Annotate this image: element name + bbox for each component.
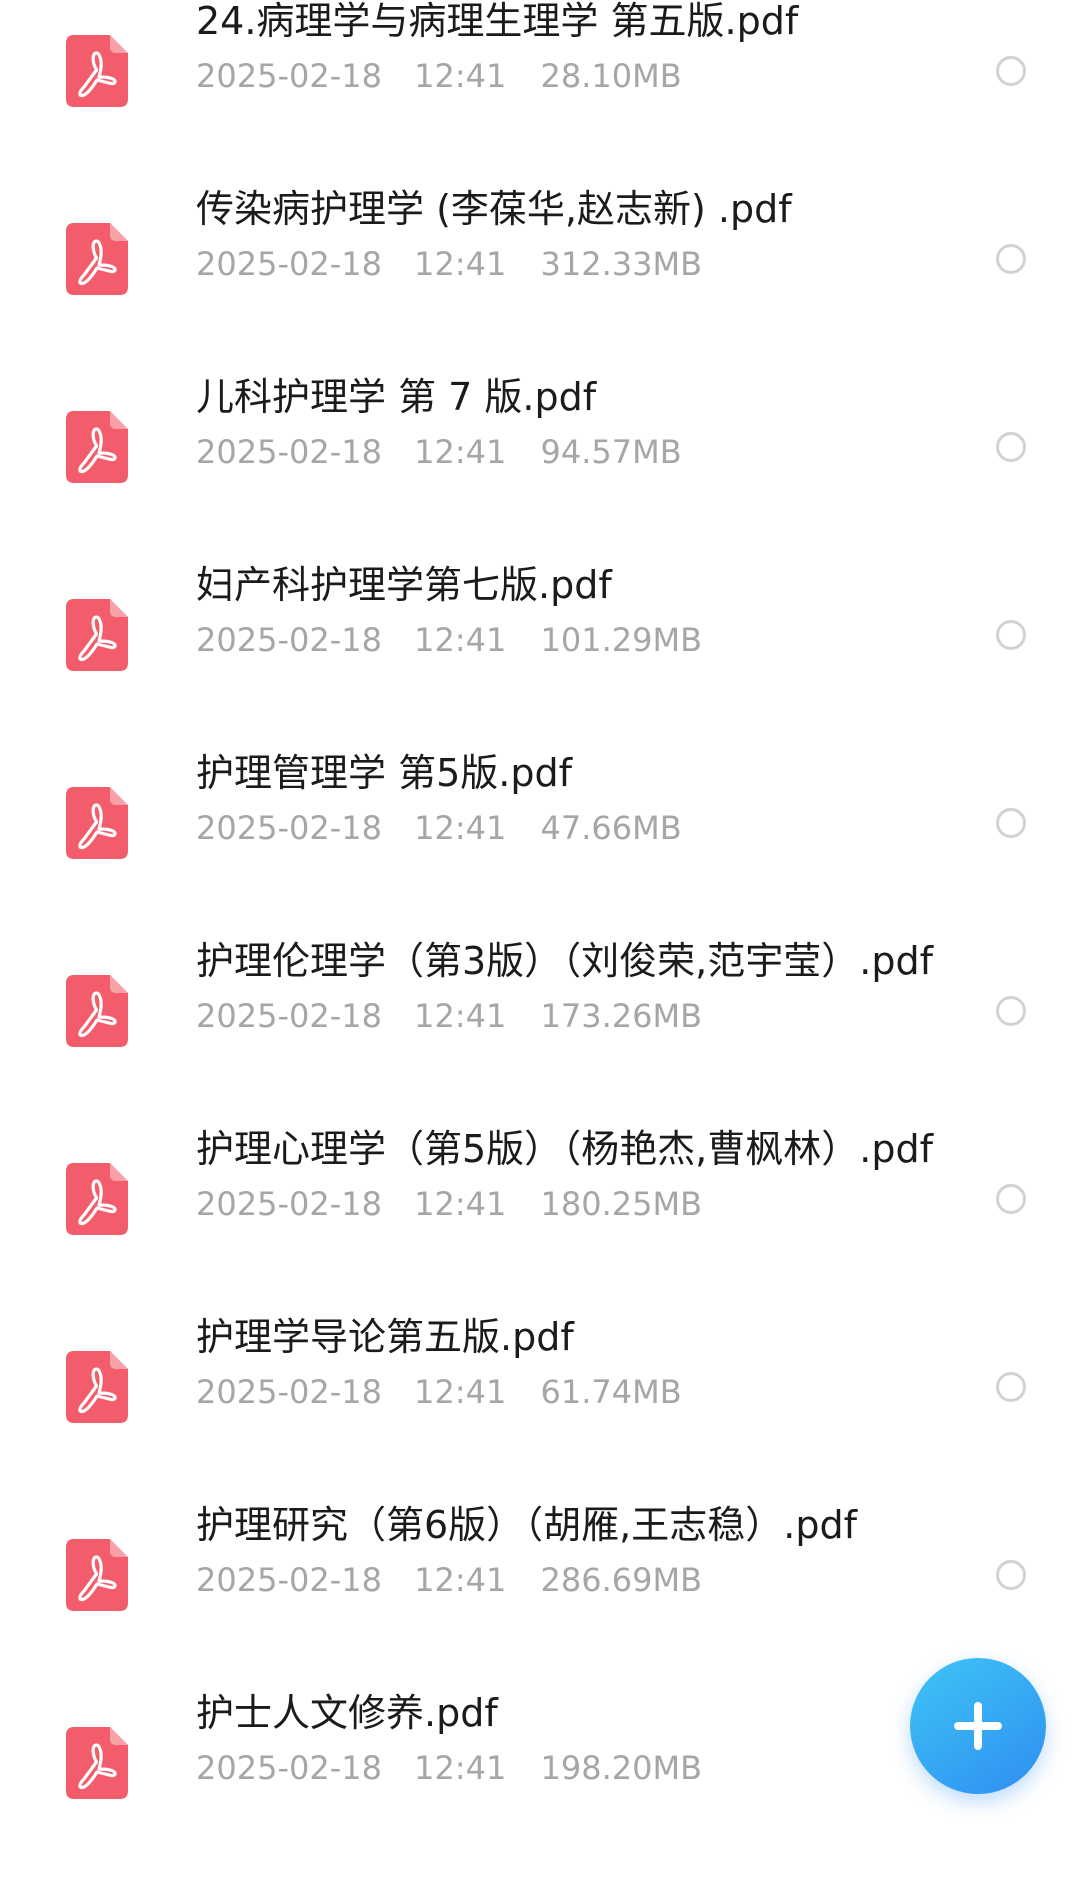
select-radio-button[interactable] (996, 56, 1026, 86)
file-size: 28.10MB (540, 57, 682, 95)
file-time: 12:41 (414, 57, 507, 95)
file-name: 护士人文修养.pdf (196, 1691, 498, 1735)
file-time: 12:41 (414, 1749, 507, 1787)
pdf-file-icon (66, 1727, 128, 1799)
pdf-file-icon (66, 35, 128, 107)
file-size: 286.69MB (540, 1561, 703, 1599)
file-size: 198.20MB (540, 1749, 703, 1787)
file-time: 12:41 (414, 433, 507, 471)
file-date: 2025-02-18 (196, 245, 382, 283)
pdf-file-icon (66, 975, 128, 1047)
select-radio-button[interactable] (996, 244, 1026, 274)
file-date: 2025-02-18 (196, 621, 382, 659)
file-date: 2025-02-18 (196, 57, 382, 95)
select-radio-button[interactable] (996, 432, 1026, 462)
file-meta: 2025-02-18 12:41 61.74MB (196, 1370, 796, 1414)
file-date: 2025-02-18 (196, 1749, 382, 1787)
file-meta: 2025-02-18 12:41 312.33MB (196, 242, 796, 286)
file-meta: 2025-02-18 12:41 101.29MB (196, 618, 796, 662)
file-time: 12:41 (414, 997, 507, 1035)
file-time: 12:41 (414, 809, 507, 847)
file-meta: 2025-02-18 12:41 198.20MB (196, 1746, 796, 1790)
select-radio-button[interactable] (996, 1184, 1026, 1214)
file-name: 妇产科护理学第七版.pdf (196, 563, 612, 607)
select-radio-button[interactable] (996, 620, 1026, 650)
file-size: 61.74MB (540, 1373, 682, 1411)
pdf-file-icon (66, 1539, 128, 1611)
file-meta: 2025-02-18 12:41 286.69MB (196, 1558, 796, 1602)
pdf-file-icon (66, 599, 128, 671)
file-time: 12:41 (414, 245, 507, 283)
file-size: 94.57MB (540, 433, 682, 471)
file-date: 2025-02-18 (196, 433, 382, 471)
pdf-file-icon (66, 1351, 128, 1423)
file-list: 24.病理学与病理生理学 第五版.pdf 2025-02-18 12:41 28… (0, 0, 1080, 1840)
file-name: 护理伦理学（第3版）（刘俊荣,范宇莹）.pdf (196, 939, 933, 983)
select-radio-button[interactable] (996, 996, 1026, 1026)
file-date: 2025-02-18 (196, 997, 382, 1035)
file-size: 47.66MB (540, 809, 682, 847)
file-name: 儿科护理学 第 7 版.pdf (196, 375, 597, 419)
file-time: 12:41 (414, 1185, 507, 1223)
file-meta: 2025-02-18 12:41 28.10MB (196, 54, 796, 98)
file-meta: 2025-02-18 12:41 173.26MB (196, 994, 796, 1038)
file-size: 180.25MB (540, 1185, 703, 1223)
file-date: 2025-02-18 (196, 1185, 382, 1223)
add-file-button[interactable] (910, 1658, 1046, 1794)
file-size: 173.26MB (540, 997, 703, 1035)
pdf-file-icon (66, 787, 128, 859)
file-time: 12:41 (414, 621, 507, 659)
file-meta: 2025-02-18 12:41 47.66MB (196, 806, 796, 850)
file-time: 12:41 (414, 1373, 507, 1411)
pdf-file-icon (66, 1163, 128, 1235)
file-name: 护理心理学（第5版）（杨艳杰,曹枫林）.pdf (196, 1127, 933, 1171)
file-name: 护理研究（第6版）（胡雁,王志稳）.pdf (196, 1503, 857, 1547)
select-radio-button[interactable] (996, 808, 1026, 838)
pdf-file-icon (66, 223, 128, 295)
pdf-file-icon (66, 411, 128, 483)
file-time: 12:41 (414, 1561, 507, 1599)
file-name: 护理管理学 第5版.pdf (196, 751, 572, 795)
file-meta: 2025-02-18 12:41 180.25MB (196, 1182, 796, 1226)
file-name: 护理学导论第五版.pdf (196, 1315, 574, 1359)
file-size: 101.29MB (540, 621, 703, 659)
plus-icon (910, 1658, 1046, 1794)
file-date: 2025-02-18 (196, 1561, 382, 1599)
file-meta: 2025-02-18 12:41 94.57MB (196, 430, 796, 474)
file-date: 2025-02-18 (196, 1373, 382, 1411)
file-name: 24.病理学与病理生理学 第五版.pdf (196, 0, 799, 43)
select-radio-button[interactable] (996, 1372, 1026, 1402)
file-size: 312.33MB (540, 245, 703, 283)
file-date: 2025-02-18 (196, 809, 382, 847)
file-name: 传染病护理学 (李葆华,赵志新) .pdf (196, 187, 792, 231)
select-radio-button[interactable] (996, 1560, 1026, 1590)
